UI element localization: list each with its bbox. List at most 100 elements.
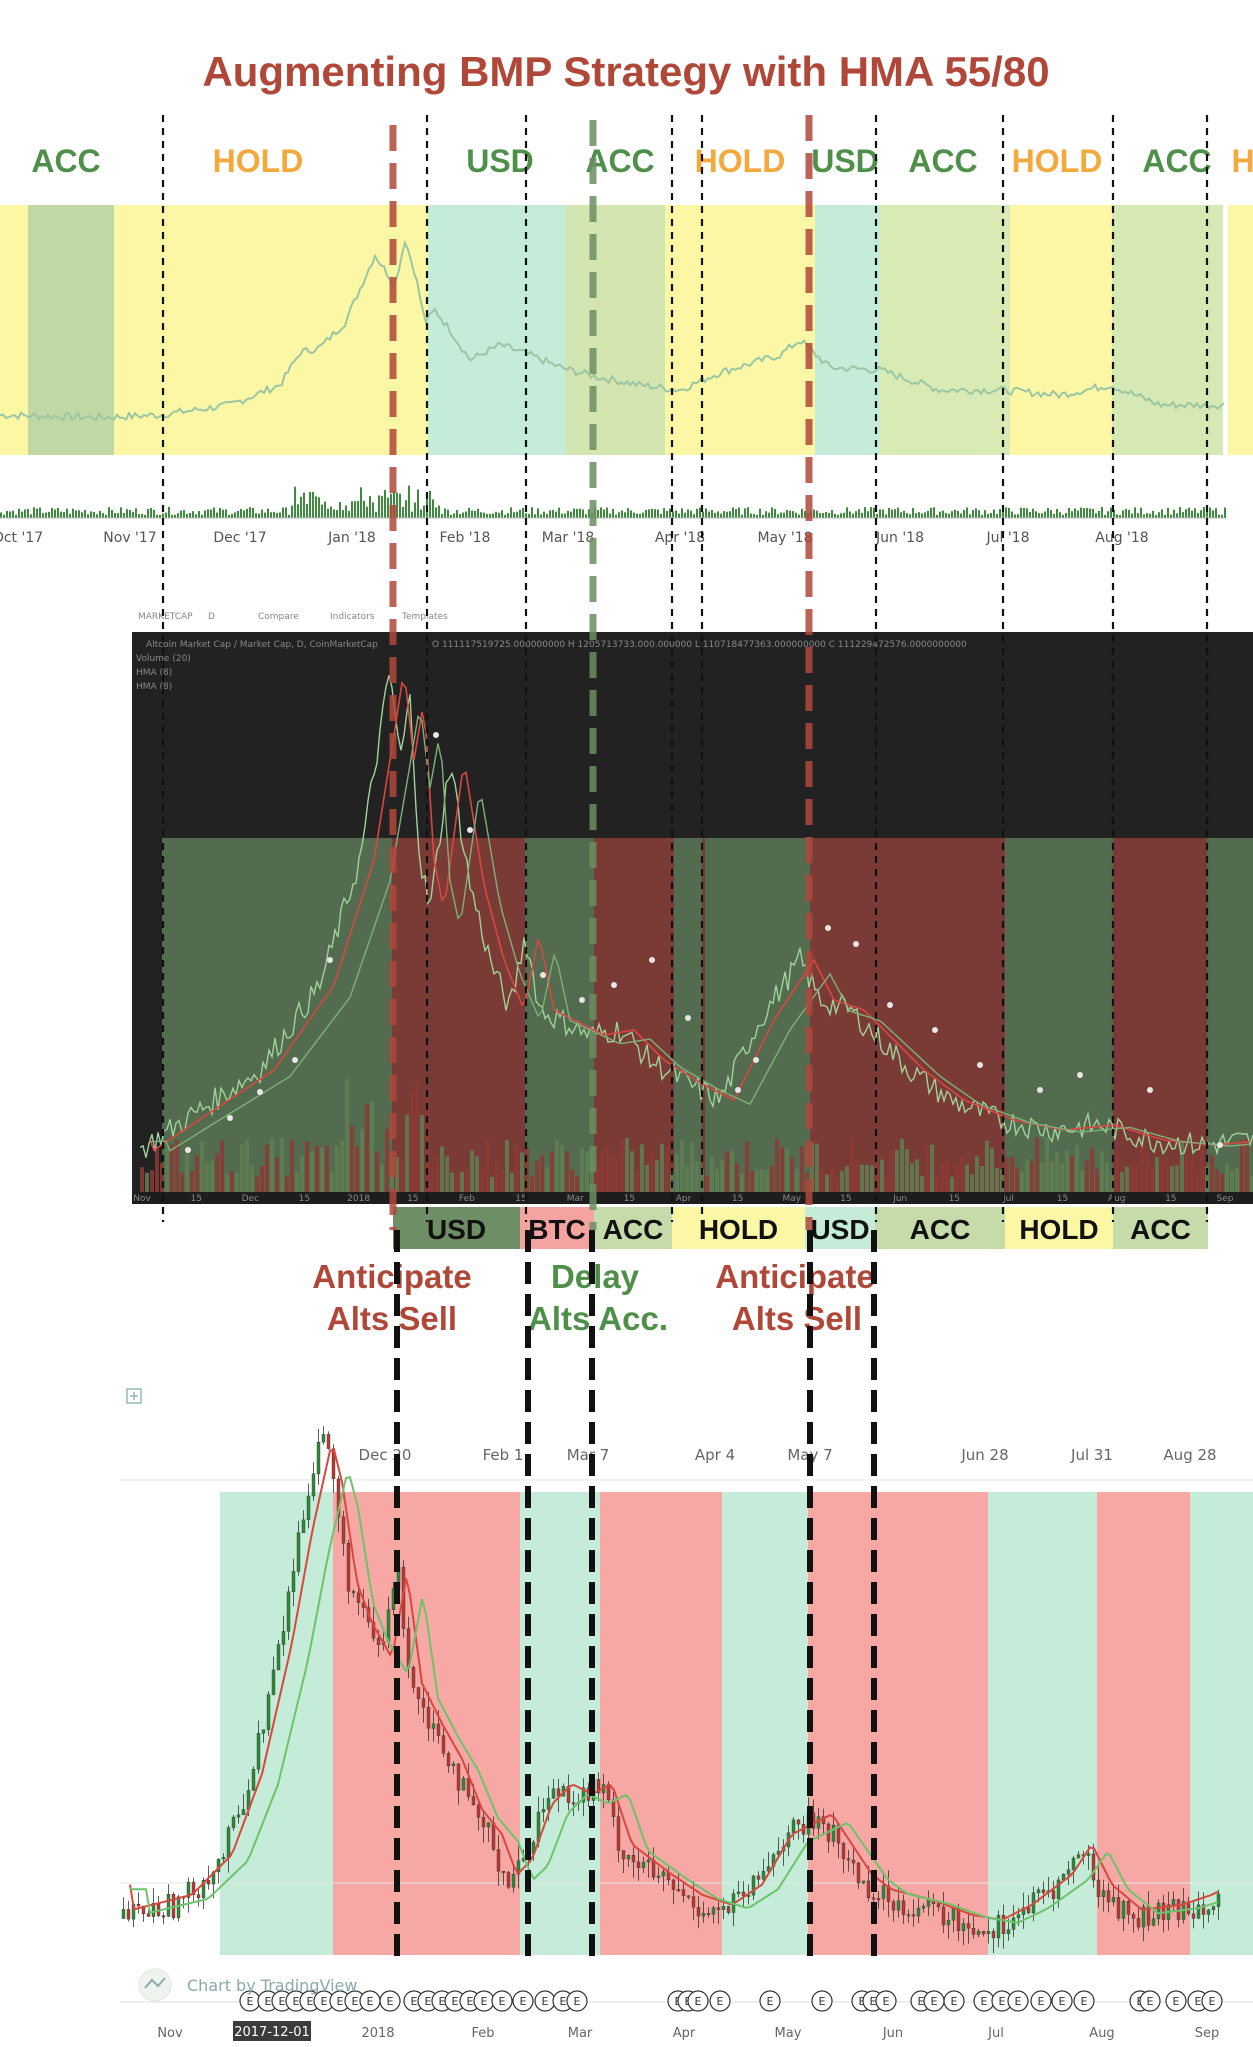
signal-dot <box>1077 1072 1083 1078</box>
top-volume-bar <box>831 510 833 518</box>
top-volume-bar <box>198 511 200 518</box>
middle-volume-bar <box>170 1144 174 1192</box>
top-volume-bar <box>1209 507 1211 518</box>
top-volume-bar <box>477 508 479 518</box>
top-volume-bar <box>1098 510 1100 518</box>
top-volume-bar <box>945 513 947 518</box>
strategy-infographic: Augmenting BMP Strategy with HMA 55/80 A… <box>0 0 1253 2047</box>
middle-volume-bar <box>1040 1162 1044 1192</box>
signal-dot <box>433 732 439 738</box>
tradingview-watermark: Chart by TradingView <box>187 1976 357 1995</box>
legend-ohlc: O 111117519725.000000000 H 1205713733.00… <box>432 640 967 650</box>
top-volume-bar <box>1203 507 1205 518</box>
middle-region-7 <box>810 838 876 1192</box>
top-volume-bar <box>135 508 137 518</box>
middle-volume-bar <box>730 1150 734 1192</box>
middle-volume-bar <box>355 1146 359 1192</box>
top-volume-bar <box>558 507 560 518</box>
top-volume-bar <box>798 514 800 518</box>
top-volume-bar <box>576 508 578 518</box>
middle-volume-bar <box>275 1157 279 1192</box>
top-phase-label: ACC <box>31 143 100 179</box>
candle-body <box>291 1571 296 1593</box>
top-volume-bar <box>609 513 611 518</box>
top-volume-bar <box>210 509 212 518</box>
top-volume-bar <box>717 511 719 518</box>
top-volume-bar <box>597 509 599 518</box>
bottom-x-tick: Jul <box>987 2026 1004 2041</box>
candle-body <box>261 1729 266 1734</box>
event-marker-label: E <box>520 1995 527 2008</box>
top-volume-bar <box>1002 511 1004 518</box>
top-volume-bar <box>846 507 848 518</box>
candle-body <box>701 1913 706 1917</box>
bottom-top-axis: Dec 20 Feb 1 Mar 7 Apr 4 May 7 Jun 28 Jul 31 Au… <box>359 1446 1217 1464</box>
candle-body <box>281 1631 286 1645</box>
note-anticipate-2-line2: Alts Sell <box>732 1300 862 1337</box>
legend-hma-fast: HMA (8) <box>136 668 172 678</box>
candle-body <box>176 1896 181 1919</box>
note-delay-line1: Delay <box>551 1258 640 1295</box>
top-volume-bar <box>639 513 641 518</box>
middle-volume-bar <box>680 1140 684 1192</box>
top-volume-bar <box>951 511 953 518</box>
bottom-region-2 <box>520 1492 600 1955</box>
top-volume-bar <box>975 508 977 518</box>
top-volume-bar <box>399 493 401 518</box>
top-volume-bar <box>1023 508 1025 518</box>
top-volume-bar <box>978 510 980 518</box>
candle-body <box>1136 1917 1141 1928</box>
top-volume-bar <box>780 512 782 518</box>
top-volume-bar <box>942 510 944 518</box>
middle-volume-bar <box>1085 1160 1089 1192</box>
zoom-plus-icon[interactable] <box>126 1388 142 1404</box>
middle-volume-bar <box>1065 1150 1069 1192</box>
candle-body <box>256 1732 261 1770</box>
middle-volume-bar <box>1160 1159 1164 1192</box>
chart-toolbar[interactable]: MARKETCAP D Compare Indicators Templates <box>138 612 448 622</box>
middle-region-0 <box>162 838 392 1192</box>
top-volume-bar <box>972 509 974 518</box>
middle-volume-bar <box>540 1155 544 1192</box>
top-region-3 <box>393 205 428 455</box>
top-volume-bar <box>339 502 341 518</box>
top-volume-bar <box>1074 508 1076 518</box>
bottom-x-axis: Nov 2017-12-01 2018 Feb Mar Apr May Jun Jul Aug Se… <box>157 2021 1219 2041</box>
top-volume-bar <box>840 513 842 518</box>
candle-body <box>1091 1853 1096 1881</box>
top-volume-bar <box>1182 512 1184 518</box>
candle-body <box>251 1768 256 1791</box>
middle-volume-bar <box>250 1165 254 1192</box>
middle-volume-bar <box>780 1147 784 1192</box>
top-volume-bar <box>318 497 320 518</box>
signal-dot <box>579 997 585 1003</box>
top-volume-bar <box>744 508 746 518</box>
top-volume-bar <box>627 508 629 518</box>
top-phase-label: HOLD <box>1012 143 1103 179</box>
middle-volume-bar <box>260 1166 264 1192</box>
event-marker-label: E <box>279 1995 286 2008</box>
top-volume-bar <box>90 511 92 518</box>
top-volume-bar <box>531 507 533 518</box>
page-title: Augmenting BMP Strategy with HMA 55/80 <box>202 48 1049 95</box>
top-volume-bar <box>630 510 632 518</box>
middle-volume-bar <box>1080 1170 1084 1192</box>
event-marker-label: E <box>307 1995 314 2008</box>
top-volume-bar <box>204 510 206 518</box>
middle-volume-bar <box>285 1176 289 1192</box>
candle-body <box>1151 1918 1156 1926</box>
top-volume-bar <box>366 506 368 518</box>
candle-body <box>706 1913 711 1916</box>
top-volume-bar <box>78 510 80 518</box>
middle-volume-bar <box>830 1168 834 1192</box>
middle-volume-bar <box>225 1174 229 1192</box>
top-volume-bar <box>603 509 605 518</box>
middle-volume-bar <box>505 1139 509 1192</box>
middle-volume-bar <box>1050 1161 1054 1192</box>
top-x-tick: Dec '17 <box>213 530 266 546</box>
middle-volume-bar <box>940 1163 944 1192</box>
top-volume-bar <box>1131 513 1133 518</box>
top-volume-bar <box>492 513 494 518</box>
candle-body <box>421 1698 426 1708</box>
event-marker-label: E <box>425 1995 432 2008</box>
